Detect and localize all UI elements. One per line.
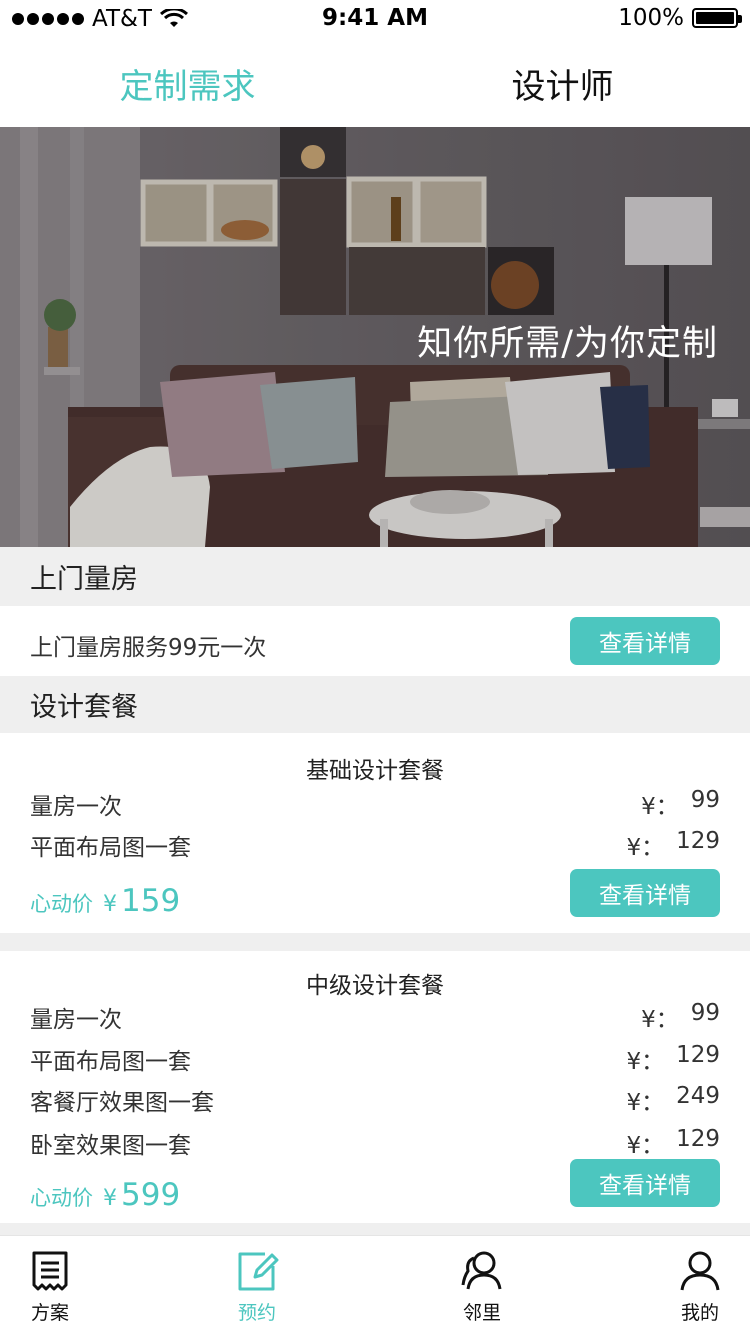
package-item-name: 平面布局图一套 bbox=[30, 1049, 191, 1075]
deal-price: 心动价 ¥159 bbox=[30, 883, 180, 919]
package-item-price: ¥： 129 bbox=[626, 1042, 720, 1076]
tab-custom-needs[interactable]: 定制需求 bbox=[0, 40, 375, 127]
package-title: 基础设计套餐 bbox=[306, 758, 444, 784]
measure-service-text: 上门量房服务99元一次 bbox=[30, 635, 267, 661]
tab-designers[interactable]: 设计师 bbox=[375, 40, 750, 127]
yen-label: ¥： bbox=[641, 1007, 679, 1033]
yen-label: ¥： bbox=[641, 794, 679, 820]
package-item-name: 卧室效果图一套 bbox=[30, 1133, 191, 1159]
yen-label: ¥： bbox=[626, 835, 665, 861]
price-value: 129 bbox=[676, 1042, 720, 1068]
status-right: 100% bbox=[618, 5, 742, 31]
package-item-name: 客餐厅效果图一套 bbox=[30, 1090, 214, 1116]
package-item-price: ¥： 99 bbox=[641, 1000, 720, 1034]
deal-yen: ¥ bbox=[103, 1186, 117, 1211]
deal-amount: 159 bbox=[121, 883, 181, 919]
bottom-tab-bar: 方案 预约 邻里 我的 bbox=[0, 1235, 750, 1334]
tab-label: 预约 bbox=[237, 1302, 276, 1324]
package-item-price: ¥： 129 bbox=[626, 1126, 720, 1160]
tab-neighbors[interactable]: 邻里 bbox=[432, 1236, 532, 1334]
price-value: 99 bbox=[690, 787, 720, 813]
top-tabs: 定制需求 设计师 bbox=[0, 40, 750, 127]
deal-price: 心动价 ¥599 bbox=[30, 1177, 180, 1213]
measure-service-row: 上门量房服务99元一次 查看详情 bbox=[0, 606, 750, 676]
package-title: 中级设计套餐 bbox=[306, 973, 444, 999]
yen-label: ¥： bbox=[626, 1090, 665, 1116]
section-header-measure: 上门量房 bbox=[0, 547, 750, 606]
deal-value: ¥159 bbox=[103, 883, 180, 919]
package-item-price: ¥： 129 bbox=[626, 828, 720, 862]
yen-label: ¥： bbox=[626, 1049, 665, 1075]
tab-booking[interactable]: 预约 bbox=[207, 1236, 307, 1334]
measure-details-button[interactable]: 查看详情 bbox=[570, 617, 720, 665]
package-card-basic: 基础设计套餐 量房一次 ¥： 99 平面布局图一套 ¥： 129 心动价 ¥15… bbox=[0, 733, 750, 933]
divider bbox=[0, 933, 750, 951]
basic-package-details-button[interactable]: 查看详情 bbox=[570, 869, 720, 917]
status-bar: AT&T 9:41 AM 100% bbox=[0, 0, 750, 40]
tab-label: 邻里 bbox=[462, 1302, 501, 1324]
price-value: 249 bbox=[676, 1083, 720, 1109]
deal-label: 心动价 bbox=[30, 892, 93, 916]
battery-percent: 100% bbox=[618, 5, 684, 31]
divider bbox=[0, 1223, 750, 1235]
battery-icon bbox=[692, 8, 742, 28]
package-item-price: ¥： 249 bbox=[626, 1083, 720, 1117]
package-card-intermediate: 中级设计套餐 量房一次 ¥： 99 平面布局图一套 ¥： 129 客餐厅效果图一… bbox=[0, 951, 750, 1223]
yen-label: ¥： bbox=[626, 1133, 665, 1159]
price-value: 129 bbox=[676, 1126, 720, 1152]
person-icon bbox=[680, 1251, 720, 1291]
people-icon bbox=[461, 1251, 502, 1290]
section-header-design: 设计套餐 bbox=[0, 676, 750, 733]
edit-icon bbox=[238, 1252, 279, 1291]
tab-mine[interactable]: 我的 bbox=[650, 1236, 750, 1334]
tab-label: 我的 bbox=[680, 1302, 719, 1324]
deal-yen: ¥ bbox=[103, 892, 117, 917]
deal-value: ¥599 bbox=[103, 1177, 180, 1213]
deal-amount: 599 bbox=[121, 1177, 181, 1213]
tab-plans[interactable]: 方案 bbox=[0, 1236, 100, 1334]
document-icon bbox=[32, 1251, 68, 1291]
price-value: 99 bbox=[690, 1000, 720, 1026]
price-value: 129 bbox=[676, 828, 720, 854]
package-item-name: 量房一次 bbox=[30, 794, 122, 820]
tab-label: 方案 bbox=[30, 1302, 69, 1324]
package-item-name: 平面布局图一套 bbox=[30, 835, 191, 861]
intermediate-package-details-button[interactable]: 查看详情 bbox=[570, 1159, 720, 1207]
package-item-name: 量房一次 bbox=[30, 1007, 122, 1033]
hero-slogan: 知你所需/为你定制 bbox=[417, 324, 718, 364]
hero-banner[interactable]: 知你所需/为你定制 bbox=[0, 127, 750, 547]
deal-label: 心动价 bbox=[30, 1186, 93, 1210]
package-item-price: ¥： 99 bbox=[641, 787, 720, 821]
